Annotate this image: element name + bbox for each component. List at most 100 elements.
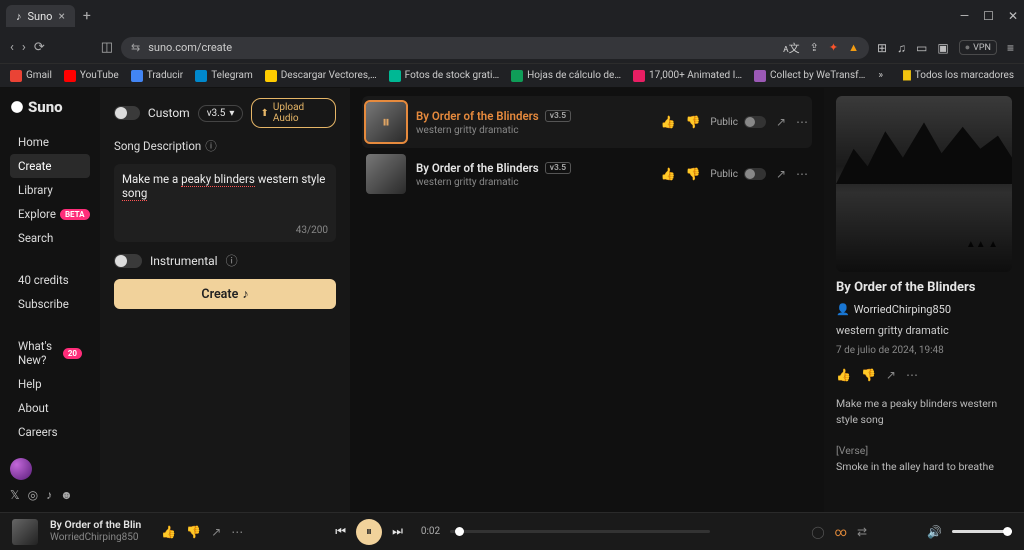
user-avatar[interactable] — [10, 458, 32, 480]
instrumental-toggle[interactable] — [114, 254, 142, 268]
thumbs-up-icon[interactable]: 👍 — [660, 115, 675, 129]
volume-slider[interactable] — [952, 530, 1012, 533]
custom-label: Custom — [148, 106, 190, 120]
infinity-icon[interactable]: ∞ — [835, 525, 847, 539]
track-thumbnail[interactable] — [366, 154, 406, 194]
thumbs-up-icon[interactable]: 👍 — [660, 167, 675, 181]
extension-warning-icon[interactable]: ▲ — [848, 41, 859, 54]
public-toggle[interactable]: Public — [710, 116, 766, 128]
whats-new-link[interactable]: What's New? 20 — [10, 334, 90, 372]
sidepanel-icon[interactable]: ◫ — [101, 40, 113, 55]
share-icon[interactable]: ↗ — [776, 115, 786, 129]
sidebar-item-explore[interactable]: ExploreBETA — [10, 202, 90, 226]
menu-icon[interactable]: ≡ — [1007, 41, 1014, 55]
bookmark-favicon — [265, 70, 277, 82]
thumbs-up-icon[interactable]: 👍 — [161, 525, 176, 539]
vpn-chip[interactable]: ●VPN — [959, 40, 997, 55]
forward-icon[interactable]: › — [22, 40, 26, 55]
create-button[interactable]: Create ♪ — [114, 279, 336, 309]
bookmark-item[interactable]: Gmail — [10, 70, 52, 82]
bookmark-item[interactable]: Hojas de cálculo de… — [511, 70, 621, 82]
wallet-icon[interactable]: ▣ — [937, 41, 948, 55]
url-bar[interactable]: ⇆ suno.com/create ᴀ文 ⇪ ✦ ▲ — [121, 37, 869, 59]
more-icon[interactable]: ⋯ — [906, 368, 918, 382]
thumbs-up-icon[interactable]: 👍 — [836, 368, 851, 382]
thumbs-down-icon[interactable]: 👎 — [685, 115, 700, 129]
bookmark-item[interactable]: Traducir — [131, 70, 183, 82]
brand-logo[interactable]: Suno — [10, 98, 90, 116]
upload-label: Upload Audio — [273, 102, 327, 124]
bookmark-item[interactable]: YouTube — [64, 70, 119, 82]
new-tab-button[interactable]: + — [83, 8, 91, 24]
window-minimize-icon[interactable]: — — [960, 9, 969, 23]
custom-toggle[interactable] — [114, 106, 140, 120]
player-thumbnail[interactable] — [12, 519, 38, 545]
instagram-icon[interactable]: ◎ — [28, 488, 38, 502]
progress-bar[interactable] — [450, 530, 710, 533]
subscribe-link[interactable]: Subscribe — [10, 292, 90, 316]
volume-icon[interactable]: 🔊 — [927, 525, 942, 539]
prev-track-icon[interactable]: ⏮ — [335, 524, 346, 539]
sidebar-item-search[interactable]: Search — [10, 226, 90, 250]
bookmarks-bar: Gmail YouTube Traducir Telegram Descargar Ve… — [0, 64, 1024, 88]
track-row[interactable]: ⏸ By Order of the Blindersv3.5 western g… — [362, 96, 812, 148]
tiktok-icon[interactable]: ♪ — [46, 488, 52, 502]
browser-toolbar: ‹ › ⟳ ◫ ⇆ suno.com/create ᴀ文 ⇪ ✦ ▲ ⊞ ♫ ▭… — [0, 32, 1024, 64]
bookmark-item[interactable]: Descargar Vectores,… — [265, 70, 377, 82]
sidebar-item-library[interactable]: Library — [10, 178, 90, 202]
version-select[interactable]: v3.5 ▾ — [198, 105, 244, 122]
window-maximize-icon[interactable]: ☐ — [983, 9, 994, 23]
shuffle-icon[interactable]: ⇄ — [857, 525, 867, 539]
help-link[interactable]: Help — [10, 372, 90, 396]
thumbs-down-icon[interactable]: 👎 — [685, 167, 700, 181]
site-info-icon[interactable]: ⇆ — [131, 41, 140, 54]
extension-icon[interactable]: ⊞ — [877, 41, 887, 55]
sidebar-item-create[interactable]: Create — [10, 154, 90, 178]
more-icon[interactable]: ⋯ — [796, 167, 808, 181]
more-icon[interactable]: ⋯ — [796, 115, 808, 129]
next-track-icon[interactable]: ⏭ — [392, 524, 403, 539]
discord-icon[interactable]: ☻ — [60, 488, 73, 502]
more-icon[interactable]: ⋯ — [231, 525, 243, 539]
bookmark-item[interactable]: Collect by WeTransf… — [754, 70, 865, 82]
detail-author[interactable]: 👤 WorriedChirping850 — [836, 303, 1012, 316]
reader-icon[interactable]: ▭ — [916, 41, 927, 55]
thumbs-down-icon[interactable]: 👎 — [861, 368, 876, 382]
loop-icon[interactable]: ◯ — [811, 525, 824, 539]
x-icon[interactable]: 𝕏 — [10, 488, 20, 502]
song-description-input[interactable]: Make me a peaky blinders western style s… — [114, 164, 336, 242]
play-pause-button[interactable]: ⏸ — [356, 519, 382, 545]
track-thumbnail[interactable]: ⏸ — [366, 102, 406, 142]
all-bookmarks-button[interactable]: ▇ Todos los marcadores — [903, 70, 1014, 81]
window-close-icon[interactable]: ✕ — [1008, 9, 1018, 23]
help-icon[interactable]: ⓘ — [205, 138, 217, 154]
bookmark-item[interactable]: Telegram — [195, 70, 253, 82]
reload-icon[interactable]: ⟳ — [34, 40, 45, 55]
browser-tab[interactable]: ♪ Suno × — [6, 5, 75, 27]
public-label: Public — [710, 117, 738, 128]
bookmark-item[interactable]: Fotos de stock grati… — [389, 70, 500, 82]
help-icon[interactable]: ⓘ — [226, 252, 238, 269]
cover-art[interactable]: ▲▲ ▲ — [836, 96, 1012, 272]
bookmark-item[interactable]: 17,000+ Animated I… — [633, 70, 742, 82]
close-icon[interactable]: × — [58, 9, 64, 23]
extension-brave-icon[interactable]: ✦ — [829, 41, 838, 54]
translate-icon[interactable]: ᴀ文 — [783, 40, 799, 56]
music-extension-icon[interactable]: ♫ — [897, 41, 906, 55]
share-icon[interactable]: ↗ — [776, 167, 786, 181]
careers-link[interactable]: Careers — [10, 420, 90, 444]
bookmark-favicon — [195, 70, 207, 82]
bookmarks-overflow-icon[interactable]: » — [878, 70, 883, 81]
back-icon[interactable]: ‹ — [10, 40, 14, 55]
about-link[interactable]: About — [10, 396, 90, 420]
upload-audio-button[interactable]: ⬆ Upload Audio — [251, 98, 336, 128]
share-icon[interactable]: ↗ — [211, 525, 221, 539]
track-row[interactable]: By Order of the Blindersv3.5 western gri… — [362, 148, 812, 200]
public-toggle[interactable]: Public — [710, 168, 766, 180]
share-icon[interactable]: ↗ — [886, 368, 896, 382]
share-icon[interactable]: ⇪ — [810, 41, 819, 54]
sidebar-item-label: Explore — [18, 207, 56, 221]
sidebar-item-home[interactable]: Home — [10, 130, 90, 154]
bookmark-label: YouTube — [80, 70, 119, 81]
thumbs-down-icon[interactable]: 👎 — [186, 525, 201, 539]
